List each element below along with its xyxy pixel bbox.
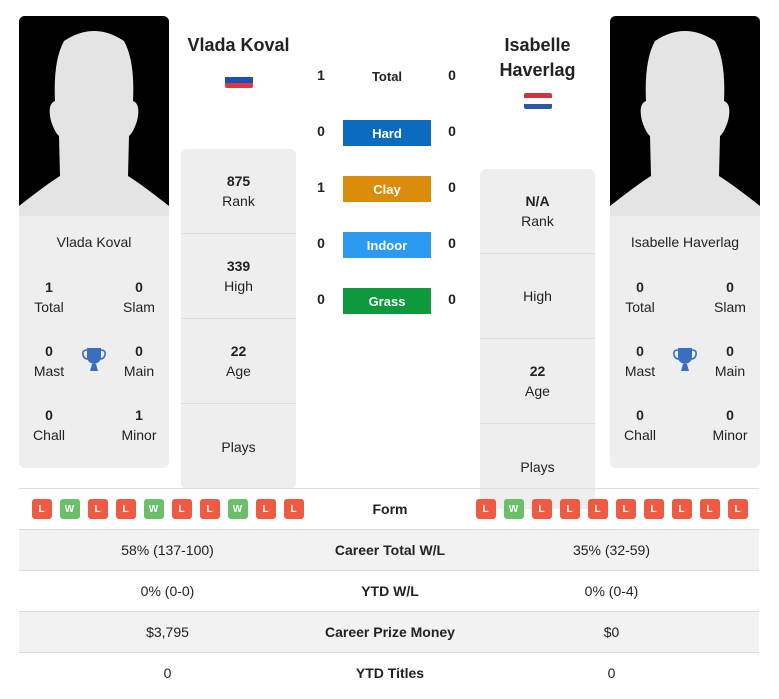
form-loss-badge[interactable]: L [283, 499, 304, 519]
silhouette-icon [19, 16, 169, 216]
player2-main-titles: 0 Main [714, 343, 746, 379]
player2-total-titles: 0 Total [625, 279, 655, 315]
row-label: Career Prize Money [325, 624, 455, 640]
player2-info-box: N/A Rank High 22 Age Plays [480, 169, 595, 509]
player2-photo [610, 16, 760, 216]
player2-card-name: Isabelle Haverlag [630, 234, 740, 250]
player2-ytd-titles: 0 [607, 665, 616, 681]
table-row: $3,795 Career Prize Money $0 [19, 611, 759, 652]
form-row: LWLLWLLWLL Form LWLLLLLLLL [19, 488, 759, 529]
trophy-icon [82, 347, 106, 373]
form-loss-badge[interactable]: L [171, 499, 192, 519]
form-win-badge[interactable]: W [143, 499, 164, 519]
form-loss-badge[interactable]: L [643, 499, 664, 519]
form-loss-badge[interactable]: L [31, 499, 52, 519]
player2-minor-titles: 0 Minor [712, 407, 748, 443]
player2-high: High [480, 254, 595, 339]
player2-slam-titles: 0 Slam [714, 279, 746, 315]
player2-ytd-wl: 0% (0-4) [584, 583, 639, 599]
h2h-grass-p1: 0 [317, 291, 325, 307]
form-loss-badge[interactable]: L [115, 499, 136, 519]
player1-masters-titles: 0 Mast [33, 343, 65, 379]
h2h-hard-p1: 0 [317, 123, 325, 139]
h2h-indoor-p1: 0 [317, 235, 325, 251]
form-win-badge[interactable]: W [503, 499, 524, 519]
player2-form: LWLLLLLLLL [464, 499, 759, 519]
player1-career-wl: 58% (137-100) [121, 542, 214, 558]
form-loss-badge[interactable]: L [87, 499, 108, 519]
h2h-total-p1: 1 [317, 67, 325, 83]
table-row: 0% (0-0) YTD W/L 0% (0-4) [19, 570, 759, 611]
netherlands-flag-icon [524, 93, 552, 109]
form-loss-badge[interactable]: L [671, 499, 692, 519]
player1-slam-titles: 0 Slam [123, 279, 155, 315]
player2-titles-card: Isabelle Haverlag 0 Total 0 Slam 0 Mast 0 Ma… [610, 216, 760, 468]
form-loss-badge[interactable]: L [615, 499, 636, 519]
player2-masters-titles: 0 Mast [624, 343, 656, 379]
russia-flag-icon [225, 72, 253, 88]
player1-rank: 875 Rank [181, 149, 296, 234]
row-label: YTD W/L [361, 583, 419, 599]
form-loss-badge[interactable]: L [727, 499, 748, 519]
player1-titles-card: Vlada Koval 1 Total 0 Slam 0 Mast 0 Main 0 Ch… [19, 216, 169, 468]
h2h-hard-p2: 0 [448, 123, 456, 139]
player1-age: 22 Age [181, 319, 296, 404]
player2-name[interactable]: Isabelle Haverlag [480, 33, 595, 83]
form-loss-badge[interactable]: L [699, 499, 720, 519]
h2h-total-p2: 0 [448, 67, 456, 83]
player1-minor-titles: 1 Minor [121, 407, 157, 443]
player1-photo [19, 16, 169, 216]
player1-ytd-titles: 0 [163, 665, 172, 681]
h2h-indoor-p2: 0 [448, 235, 456, 251]
player1-ytd-wl: 0% (0-0) [140, 583, 195, 599]
surface-clay-badge: Clay [343, 176, 431, 202]
player1-name[interactable]: Vlada Koval [181, 33, 296, 58]
player2-career-wl: 35% (32-59) [572, 542, 651, 558]
player1-info-box: 875 Rank 339 High 22 Age Plays [181, 149, 296, 489]
player2-challenger-titles: 0 Chall [624, 407, 656, 443]
player1-card-name: Vlada Koval [56, 234, 132, 250]
table-row: 0 YTD Titles 0 [19, 652, 759, 693]
player2-prize-money: $0 [603, 624, 620, 640]
player1-form: LWLLWLLWLL [19, 499, 316, 519]
h2h-clay-p2: 0 [448, 179, 456, 195]
form-loss-badge[interactable]: L [559, 499, 580, 519]
h2h-clay-p1: 1 [317, 179, 325, 195]
form-loss-badge[interactable]: L [531, 499, 552, 519]
trophy-icon [673, 347, 697, 373]
player2-age: 22 Age [480, 339, 595, 424]
player1-plays: Plays [221, 438, 256, 455]
player2-rank: N/A Rank [480, 169, 595, 254]
form-loss-badge[interactable]: L [199, 499, 220, 519]
row-label: YTD Titles [355, 665, 425, 681]
form-loss-badge[interactable]: L [475, 499, 496, 519]
player1-main-titles: 0 Main [123, 343, 155, 379]
surface-grass-badge: Grass [343, 288, 431, 314]
row-label: Career Total W/L [334, 542, 446, 558]
form-win-badge[interactable]: W [59, 499, 80, 519]
player1-total-titles: 1 Total [34, 279, 64, 315]
h2h-total-label: Total [371, 69, 403, 84]
player1-challenger-titles: 0 Chall [33, 407, 65, 443]
form-loss-badge[interactable]: L [587, 499, 608, 519]
form-label: Form [372, 501, 408, 517]
form-loss-badge[interactable]: L [255, 499, 276, 519]
silhouette-icon [610, 16, 760, 216]
table-row: 58% (137-100) Career Total W/L 35% (32-5… [19, 529, 759, 570]
player1-high: 339 High [181, 234, 296, 319]
surface-indoor-badge: Indoor [343, 232, 431, 258]
h2h-grass-p2: 0 [448, 291, 456, 307]
player1-prize-money: $3,795 [146, 624, 189, 640]
surface-hard-badge: Hard [343, 120, 431, 146]
form-win-badge[interactable]: W [227, 499, 248, 519]
